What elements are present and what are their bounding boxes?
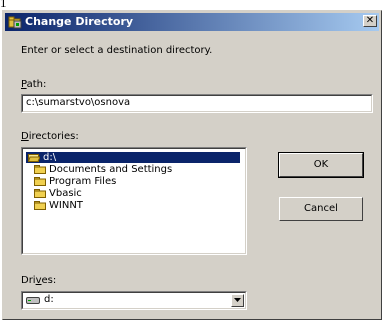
directory-item[interactable]: Documents and Settings	[32, 164, 232, 175]
drive-icon	[26, 297, 40, 304]
path-label-rest: ath:	[26, 79, 47, 90]
path-input-value: c:\sumarstvo\osnova	[26, 97, 131, 108]
folder-icon	[34, 177, 46, 186]
directory-item-root[interactable]: d:\	[26, 152, 240, 163]
directory-item-label: Vbasic	[49, 188, 82, 199]
folder-app-icon	[8, 16, 22, 29]
title-bar[interactable]: Change Directory ✕	[5, 13, 379, 31]
directory-item[interactable]: Vbasic	[32, 188, 232, 199]
drives-label-prefix: Dri	[21, 275, 36, 286]
folder-icon	[34, 165, 46, 174]
directories-label: Directories:	[21, 131, 79, 143]
drives-selected-value: d:	[44, 294, 54, 305]
close-button[interactable]: ✕	[363, 15, 377, 27]
open-folder-icon	[28, 154, 40, 162]
page-marker: 1	[0, 0, 14, 10]
instructions-text: Enter or select a destination directory.	[21, 45, 213, 56]
folder-icon	[34, 189, 46, 198]
directory-item-label: Program Files	[49, 176, 117, 187]
change-directory-dialog: Change Directory ✕ Enter or select a des…	[2, 10, 382, 320]
close-icon: ✕	[365, 15, 375, 26]
chevron-down-icon	[234, 298, 241, 302]
drives-label: Drives:	[21, 275, 56, 287]
cancel-button[interactable]: Cancel	[279, 197, 363, 221]
directory-item[interactable]: Program Files	[32, 176, 232, 187]
directories-label-rest: irectories:	[28, 131, 79, 142]
drives-dropdown[interactable]: d:	[21, 291, 247, 310]
drives-dropdown-button[interactable]	[231, 294, 244, 307]
directory-item-label: WINNT	[49, 200, 83, 211]
window-title: Change Directory	[25, 15, 134, 28]
directories-list[interactable]: d:\ Documents and Settings Program Files…	[21, 147, 247, 255]
path-label: Path:	[21, 79, 46, 91]
drives-label-rest: es:	[41, 275, 57, 286]
directory-item[interactable]: WINNT	[32, 200, 232, 211]
ok-button[interactable]: OK	[278, 152, 364, 178]
path-input[interactable]: c:\sumarstvo\osnova	[21, 94, 373, 113]
folder-icon	[34, 201, 46, 210]
directory-item-label: d:\	[43, 152, 57, 163]
directory-item-label: Documents and Settings	[49, 164, 173, 175]
directories-label-accelerator: D	[21, 131, 29, 142]
